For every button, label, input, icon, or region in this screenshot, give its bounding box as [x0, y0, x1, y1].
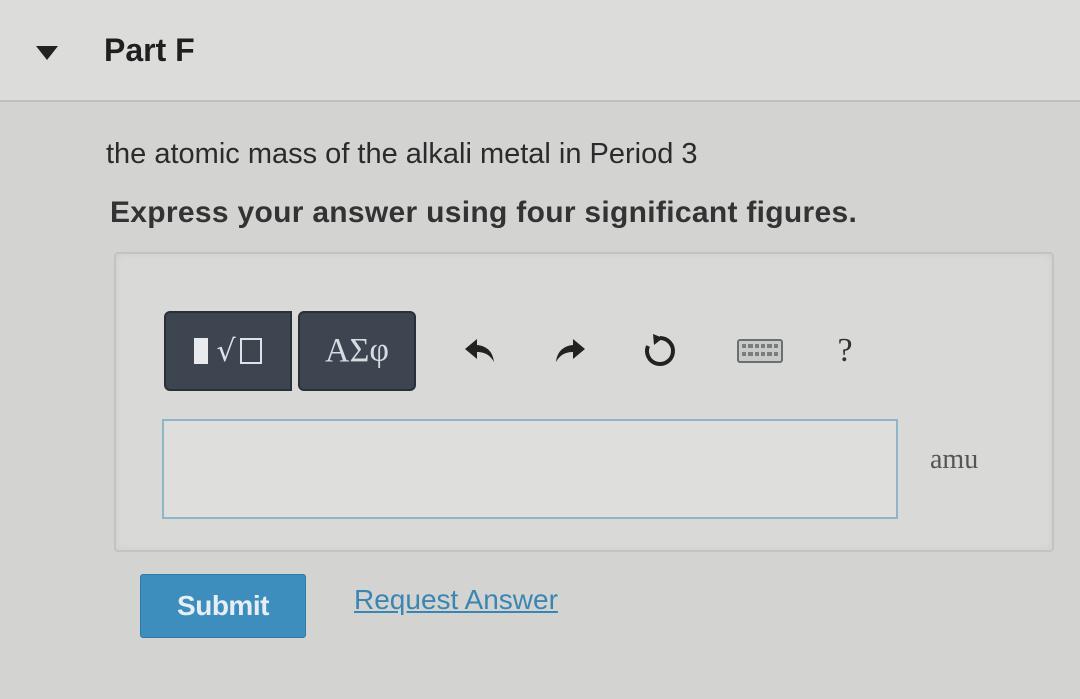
undo-arrow-icon [465, 339, 494, 362]
keyboard-icon [737, 339, 783, 363]
symbols-button[interactable]: ΑΣφ [298, 311, 416, 391]
reset-button[interactable] [638, 309, 682, 393]
answer-panel: √ ΑΣφ ? amu [114, 252, 1054, 552]
submit-button[interactable]: Submit [140, 574, 306, 638]
undo-button[interactable] [460, 309, 500, 393]
request-answer-link[interactable]: Request Answer [354, 584, 558, 616]
question-text: the atomic mass of the alkali metal in P… [106, 138, 698, 170]
part-title: Part F [104, 32, 195, 68]
math-toolbar: √ ΑΣφ ? [164, 309, 853, 393]
help-icon: ? [837, 332, 853, 369]
reset-icon [645, 334, 675, 366]
math-templates-icon: √ [194, 334, 262, 369]
redo-button[interactable] [550, 309, 590, 393]
unit-label: amu [930, 444, 979, 475]
triangle-down-icon[interactable] [36, 46, 58, 60]
redo-arrow-icon [556, 339, 585, 362]
templates-button[interactable]: √ [164, 311, 292, 391]
help-button[interactable]: ? [830, 309, 860, 393]
answer-instruction: Express your answer using four significa… [110, 196, 858, 229]
part-header[interactable]: Part F [0, 0, 1080, 102]
keyboard-button[interactable] [732, 309, 788, 393]
answer-input[interactable] [162, 419, 898, 519]
